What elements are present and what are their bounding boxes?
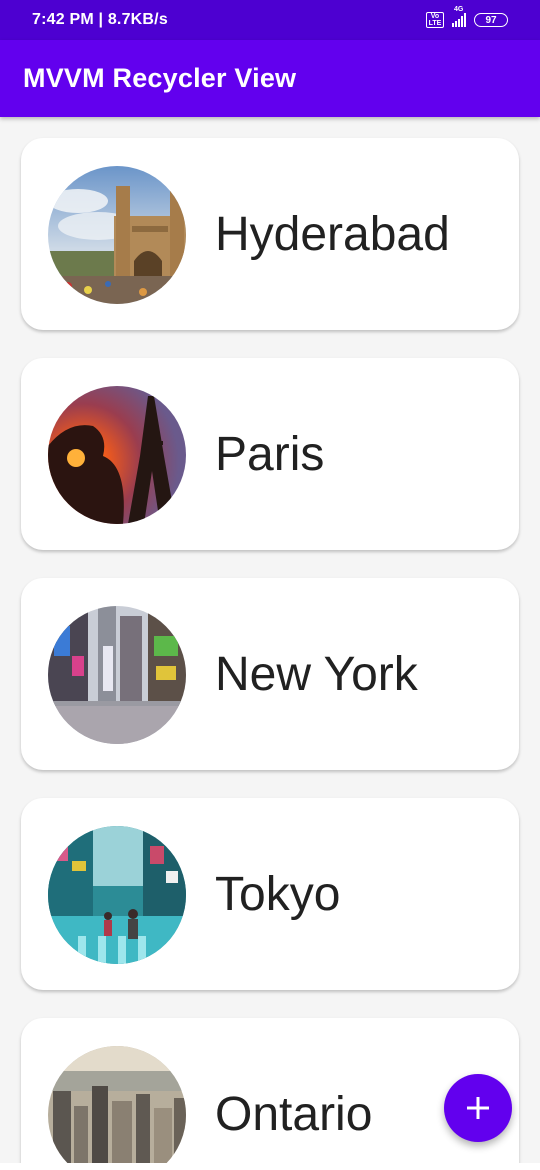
city-card[interactable]: Tokyo [21, 798, 519, 990]
status-time-speed: 7:42 PM | 8.7KB/s [32, 11, 168, 28]
status-bar: 7:42 PM | 8.7KB/s Vo LTE 4G 97 [0, 0, 540, 40]
charminar-photo [48, 166, 186, 304]
status-icons: Vo LTE 4G 97 [426, 6, 508, 28]
city-name: Ontario [215, 1087, 373, 1141]
city-card[interactable]: Hyderabad [21, 138, 519, 330]
add-city-button[interactable] [444, 1074, 512, 1142]
city-name: Tokyo [215, 867, 341, 921]
app-title: MVVM Recycler View [23, 63, 297, 93]
city-thumbnail [48, 606, 186, 744]
signal-icon: 4G [452, 6, 466, 27]
shibuya-street-photo [48, 826, 186, 964]
city-thumbnail [48, 386, 186, 524]
network-type: 4G [454, 6, 464, 13]
city-name: Paris [215, 427, 325, 481]
toronto-skyline-photo [48, 1046, 186, 1163]
city-thumbnail [48, 166, 186, 304]
city-list[interactable]: Hyderabad Paris New York Tokyo Ontario [0, 117, 540, 1163]
city-thumbnail [48, 826, 186, 964]
eiffel-tower-sunset-photo [48, 386, 186, 524]
city-card[interactable]: New York [21, 578, 519, 770]
battery-icon: 97 [474, 13, 508, 27]
plus-icon [467, 1097, 489, 1119]
city-card[interactable]: Ontario [21, 1018, 519, 1163]
city-thumbnail [48, 1046, 186, 1163]
app-bar: MVVM Recycler View [0, 40, 540, 117]
times-square-photo [48, 606, 186, 744]
nav-bar-edge [0, 1163, 540, 1170]
city-card[interactable]: Paris [21, 358, 519, 550]
battery-level: 97 [485, 14, 497, 26]
city-name: Hyderabad [215, 207, 450, 261]
volte-icon: Vo LTE [426, 12, 444, 28]
city-name: New York [215, 647, 418, 701]
